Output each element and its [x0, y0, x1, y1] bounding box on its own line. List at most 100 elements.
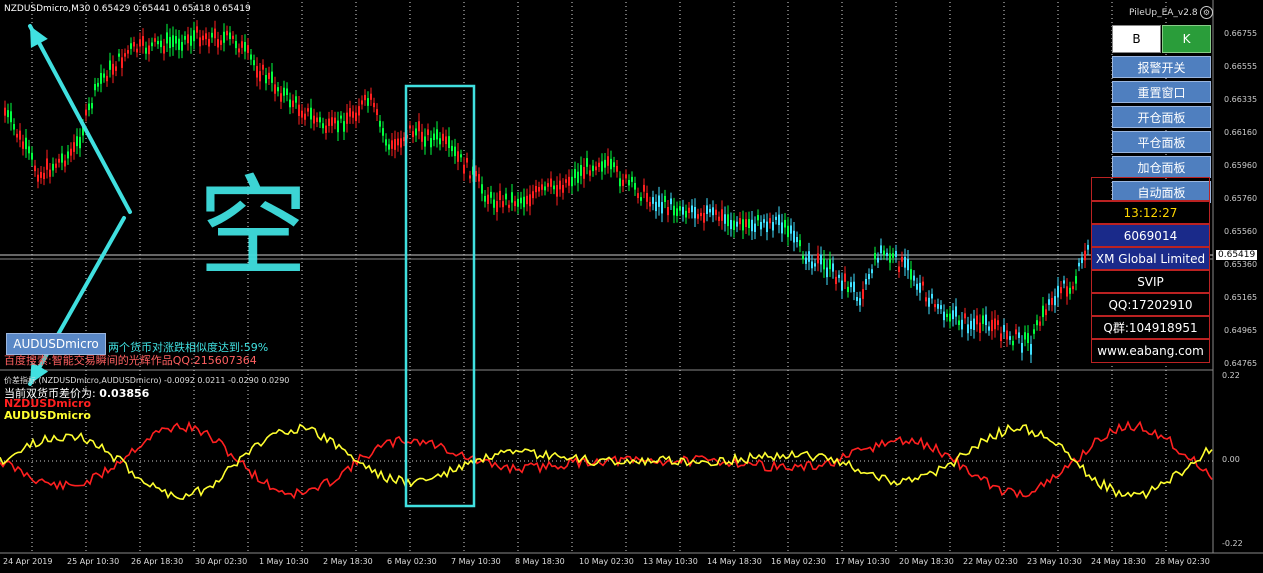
- candle: [391, 140, 393, 149]
- candle: [598, 162, 600, 167]
- candle: [862, 289, 864, 299]
- candle: [562, 184, 564, 193]
- candle: [832, 263, 834, 272]
- price-tick: 0.65560: [1224, 227, 1258, 236]
- reset-window-button[interactable]: 重置窗口: [1112, 81, 1211, 103]
- time-tick: 16 May 02:30: [771, 557, 826, 566]
- candle: [958, 320, 960, 326]
- candle: [163, 45, 165, 54]
- candle: [370, 93, 372, 100]
- open-panel-button[interactable]: 开仓面板: [1112, 106, 1211, 128]
- candle: [652, 197, 654, 204]
- candle: [856, 297, 858, 301]
- candle: [55, 163, 57, 168]
- candle: [325, 125, 327, 133]
- candle: [688, 207, 690, 213]
- candle: [352, 111, 354, 118]
- candle: [637, 193, 639, 199]
- candle: [991, 319, 993, 332]
- candle: [424, 136, 426, 147]
- candle: [178, 38, 180, 50]
- candle: [304, 113, 306, 120]
- candle: [1081, 257, 1083, 264]
- candle: [475, 171, 477, 177]
- candle: [280, 93, 282, 102]
- alarm-toggle-button[interactable]: 报警开关: [1112, 56, 1211, 78]
- candle: [469, 175, 471, 179]
- k-button[interactable]: K: [1162, 25, 1211, 53]
- candle: [115, 66, 117, 71]
- b-button[interactable]: B: [1112, 25, 1161, 53]
- candle: [16, 133, 18, 138]
- candle: [760, 221, 762, 230]
- candle: [31, 152, 33, 160]
- candle: [445, 136, 447, 145]
- time-tick: 22 May 02:30: [963, 557, 1018, 566]
- candle: [793, 230, 795, 243]
- candle: [955, 306, 957, 317]
- price-chart-canvas[interactable]: [0, 0, 1263, 573]
- close-panel-button[interactable]: 平仓面板: [1112, 131, 1211, 153]
- candle: [28, 146, 30, 154]
- candle: [73, 142, 75, 152]
- candle: [223, 31, 225, 43]
- website-link[interactable]: www.eabang.com: [1091, 339, 1210, 363]
- time-tick: 30 Apr 02:30: [195, 557, 248, 566]
- candle: [1054, 296, 1056, 306]
- candle: [394, 139, 396, 150]
- candle: [982, 315, 984, 324]
- candle: [901, 256, 903, 262]
- candle: [385, 139, 387, 146]
- time-tick: 8 May 18:30: [515, 557, 565, 566]
- candle: [172, 35, 174, 48]
- candle: [484, 195, 486, 202]
- candle: [1057, 285, 1059, 298]
- candle: [877, 257, 879, 263]
- candle: [1084, 250, 1086, 261]
- candle: [661, 202, 663, 214]
- candle: [973, 318, 975, 330]
- candle: [487, 194, 489, 204]
- candle: [703, 212, 705, 223]
- settings-icon[interactable]: ⚙: [1200, 6, 1213, 19]
- candle: [802, 255, 804, 260]
- candle: [493, 199, 495, 208]
- candle: [175, 36, 177, 44]
- candle: [1048, 299, 1050, 305]
- candle: [769, 218, 771, 224]
- candle: [643, 184, 645, 192]
- symbol-header: NZDUSDmicro,M30 0.65429 0.65441 0.65418 …: [4, 4, 251, 14]
- candle: [361, 100, 363, 105]
- candle: [88, 103, 90, 111]
- candle: [343, 121, 345, 132]
- candle: [64, 160, 66, 167]
- candle: [1075, 276, 1077, 284]
- candle: [550, 178, 552, 187]
- candle: [262, 64, 264, 70]
- candle: [454, 146, 456, 157]
- candle: [733, 220, 735, 231]
- candle: [610, 158, 612, 170]
- time-tick: 20 May 18:30: [899, 557, 954, 566]
- candle: [466, 157, 468, 163]
- candle: [556, 185, 558, 197]
- candle: [940, 305, 942, 310]
- add-panel-button[interactable]: 加仓面板: [1112, 156, 1211, 178]
- candle: [148, 45, 150, 55]
- candle: [133, 42, 135, 47]
- indicator-tick: -0.22: [1222, 539, 1243, 548]
- candle: [94, 83, 96, 91]
- candle: [619, 178, 621, 187]
- candle: [97, 82, 99, 87]
- candle: [919, 282, 921, 293]
- candle: [4, 107, 6, 116]
- time-tick: 10 May 02:30: [579, 557, 634, 566]
- candle: [1051, 297, 1053, 305]
- candle: [448, 136, 450, 148]
- candle: [850, 282, 852, 288]
- candle: [592, 165, 594, 172]
- candle: [181, 42, 183, 51]
- time-tick: 2 May 18:30: [323, 557, 373, 566]
- time-tick: 17 May 10:30: [835, 557, 890, 566]
- candle: [358, 106, 360, 116]
